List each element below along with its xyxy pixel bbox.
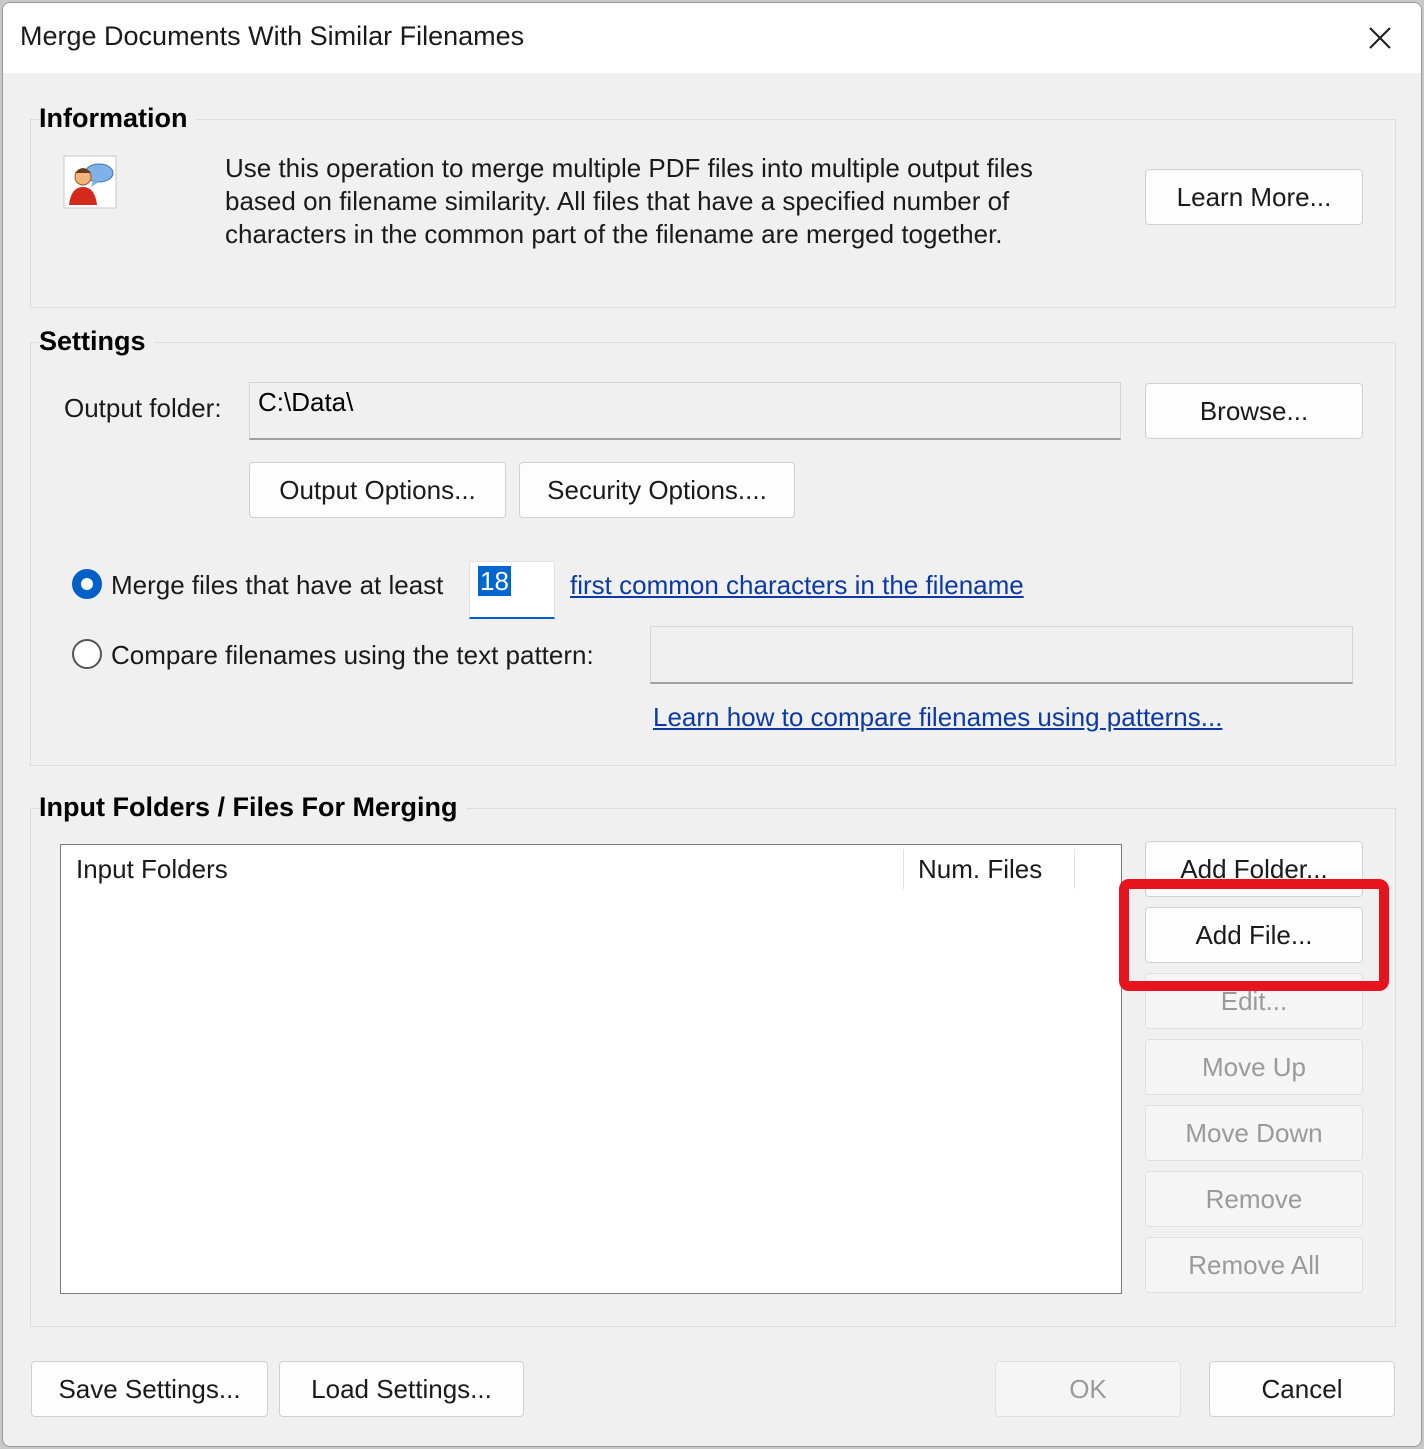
close-icon	[1369, 27, 1391, 49]
output-folder-field[interactable]: C:\Data\	[249, 382, 1121, 440]
output-folder-label: Output folder:	[64, 393, 222, 423]
browse-button[interactable]: Browse...	[1145, 383, 1363, 439]
load-settings-button[interactable]: Load Settings...	[279, 1361, 524, 1417]
common-chars-value: 18	[478, 566, 511, 596]
column-header-num-files[interactable]: Num. Files	[918, 854, 1042, 885]
learn-more-button[interactable]: Learn More...	[1145, 169, 1363, 225]
column-separator[interactable]	[1074, 849, 1075, 889]
cancel-button[interactable]: Cancel	[1209, 1361, 1395, 1417]
ok-button[interactable]: OK	[995, 1361, 1181, 1417]
info-text-line-3: characters in the common part of the fil…	[225, 219, 1003, 249]
title-bar: Merge Documents With Similar Filenames	[3, 3, 1421, 73]
settings-group-title: Settings	[39, 326, 154, 357]
common-chars-link[interactable]: first common characters in the filename	[570, 570, 1024, 601]
column-separator[interactable]	[903, 849, 904, 889]
save-settings-button[interactable]: Save Settings...	[31, 1361, 268, 1417]
pattern-field[interactable]	[650, 626, 1353, 684]
input-group-title: Input Folders / Files For Merging	[39, 792, 466, 823]
dialog-title: Merge Documents With Similar Filenames	[20, 21, 525, 51]
common-chars-input[interactable]: 18	[469, 561, 555, 619]
info-text-line-2: based on filename similarity. All files …	[225, 186, 1010, 216]
input-folders-list[interactable]: Input Folders Num. Files	[60, 844, 1122, 1294]
pattern-help-link[interactable]: Learn how to compare filenames using pat…	[653, 702, 1222, 733]
close-button[interactable]	[1339, 3, 1421, 73]
information-group-title: Information	[39, 103, 196, 134]
move-down-button[interactable]: Move Down	[1145, 1105, 1363, 1161]
compare-pattern-label[interactable]: Compare filenames using the text pattern…	[111, 640, 594, 671]
security-options-button[interactable]: Security Options....	[519, 462, 795, 518]
remove-button[interactable]: Remove	[1145, 1171, 1363, 1227]
merge-radio-label[interactable]: Merge files that have at least	[111, 570, 443, 601]
output-options-button[interactable]: Output Options...	[249, 462, 506, 518]
info-text-line-1: Use this operation to merge multiple PDF…	[225, 153, 1033, 183]
move-up-button[interactable]: Move Up	[1145, 1039, 1363, 1095]
remove-all-button[interactable]: Remove All	[1145, 1237, 1363, 1293]
merge-radio[interactable]	[72, 569, 102, 599]
merge-dialog: Merge Documents With Similar Filenames I…	[2, 2, 1422, 1447]
user-chat-icon	[63, 155, 117, 209]
column-header-input-folders[interactable]: Input Folders	[76, 854, 228, 885]
add-file-highlight	[1119, 879, 1389, 991]
compare-pattern-radio[interactable]	[72, 639, 102, 669]
